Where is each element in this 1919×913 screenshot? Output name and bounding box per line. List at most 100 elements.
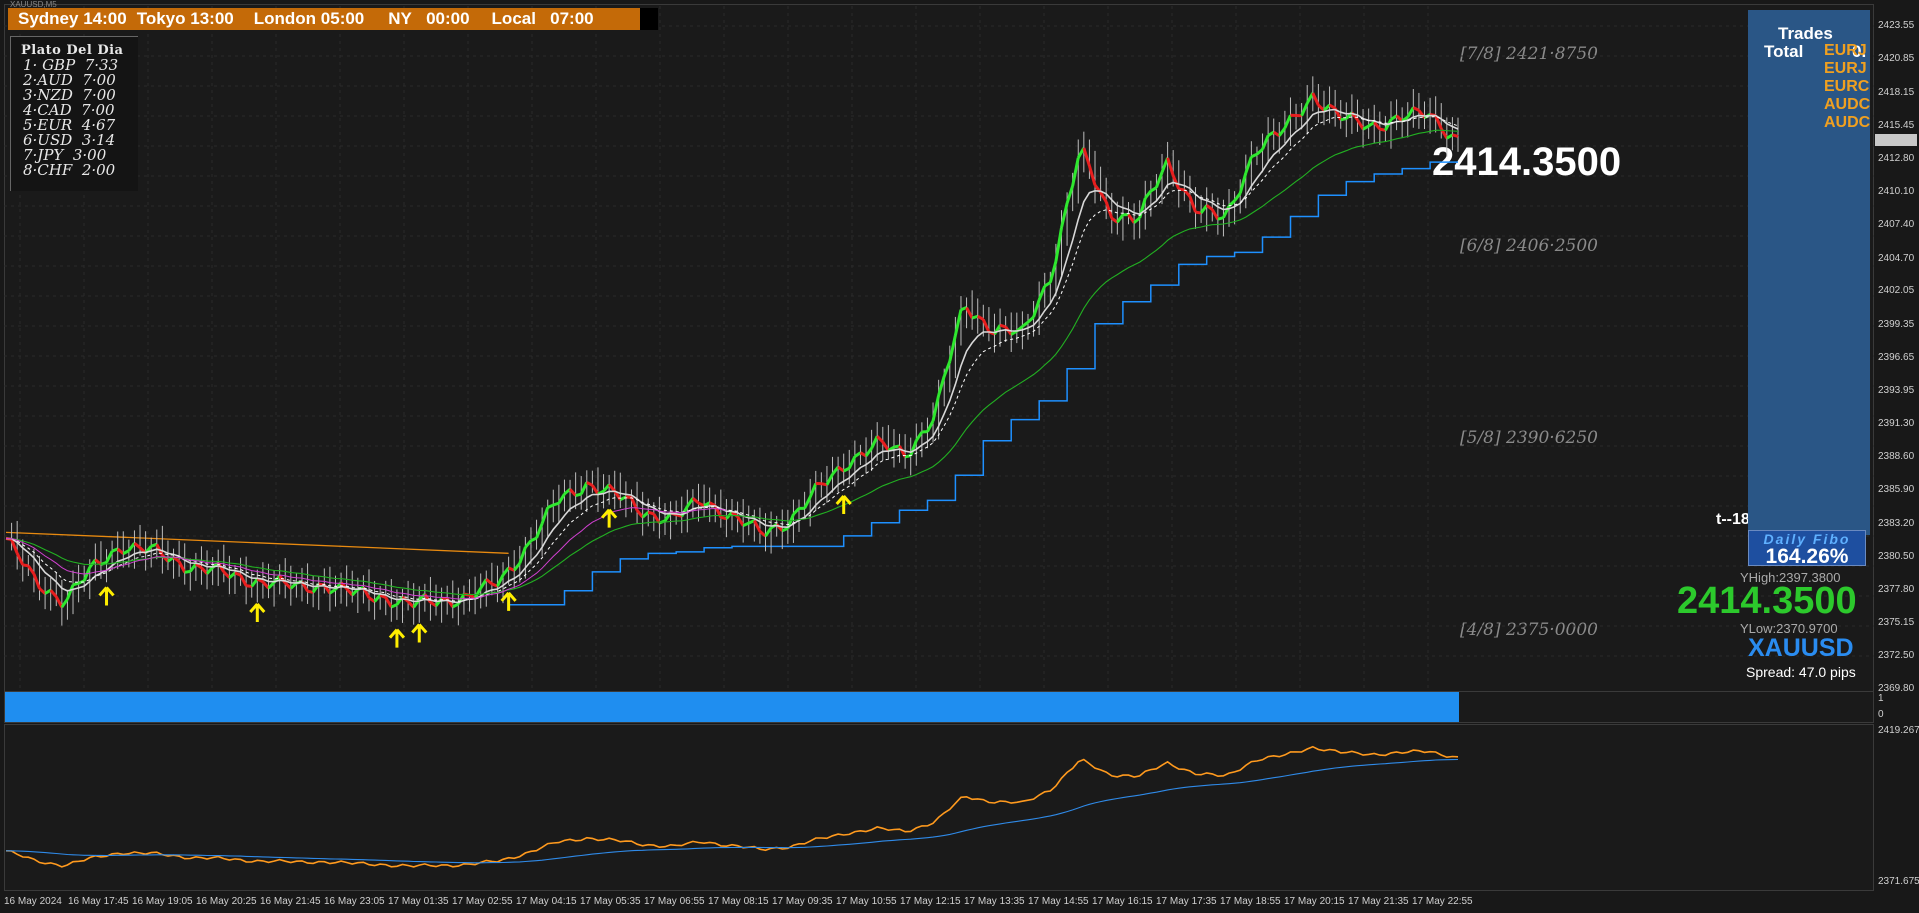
bull-trend-segment xyxy=(1144,190,1153,200)
session-london: London 05:00 xyxy=(253,9,365,28)
bear-trend-segment xyxy=(647,510,655,516)
histogram-bar xyxy=(5,692,1459,722)
bull-trend-segment xyxy=(1155,171,1164,189)
bull-trend-segment xyxy=(579,481,589,495)
bull-trend-segment xyxy=(390,603,398,609)
bear-trend-segment xyxy=(49,589,58,598)
bull-trend-segment xyxy=(1133,216,1141,224)
bull-trend-segment xyxy=(1250,152,1258,159)
bull-trend-segment xyxy=(1060,202,1069,229)
resistance-line xyxy=(5,531,509,554)
bull-trend-segment xyxy=(808,482,818,498)
bull-trend-segment xyxy=(831,466,840,476)
bull-trend-segment xyxy=(479,578,488,589)
price-chart[interactable] xyxy=(0,0,1919,913)
trades-title: Trades xyxy=(1778,24,1833,43)
bear-trend-segment xyxy=(586,481,594,487)
symbol-label: XAUUSD xyxy=(1748,634,1854,662)
plato-row: 8·CHF 2·00 xyxy=(23,161,116,179)
bull-trend-segment xyxy=(864,447,873,457)
session-tokyo: Tokyo 13:00 xyxy=(136,9,234,28)
bull-trend-segment xyxy=(535,522,544,539)
magenta-ma-line xyxy=(5,507,727,600)
bull-trend-segment xyxy=(1255,148,1264,156)
daily-fibo-value: 164.26% xyxy=(1765,545,1849,568)
bull-trend-segment xyxy=(1048,260,1058,283)
bear-trend-segment xyxy=(568,488,577,497)
bull-trend-segment xyxy=(66,584,75,600)
big-price-label: 2414.3500 xyxy=(1677,580,1857,622)
bear-trend-segment xyxy=(32,573,41,590)
session-ny: NY 00:00 xyxy=(388,9,470,28)
bear-trend-segment xyxy=(384,596,393,608)
bear-trend-segment xyxy=(697,501,705,508)
plato-del-dia-panel: Plato Del Dia 1· GBP 7·33 2·AUD 7·00 3·N… xyxy=(10,36,138,191)
bull-trend-segment xyxy=(1283,114,1292,129)
bull-trend-segment xyxy=(843,466,850,473)
bull-trend-segment xyxy=(1300,102,1309,117)
bull-trend-segment xyxy=(552,501,560,507)
bull-trend-segment xyxy=(742,521,750,527)
bull-trend-segment xyxy=(792,507,801,516)
bull-trend-segment xyxy=(1037,285,1047,301)
bear-trend-segment xyxy=(976,314,985,321)
bull-trend-segment xyxy=(289,582,298,590)
plato-title: Plato Del Dia xyxy=(21,43,124,58)
bear-trend-segment xyxy=(859,451,867,458)
oscillator-fast-line xyxy=(5,745,1459,868)
bull-trend-segment xyxy=(1032,299,1041,318)
bull-trend-segment xyxy=(189,563,198,573)
bull-trend-segment xyxy=(1261,134,1270,150)
bear-trend-segment xyxy=(161,554,170,563)
bull-trend-segment xyxy=(524,539,533,549)
trades-total-label: Total xyxy=(1764,42,1804,61)
bear-trend-segment xyxy=(177,560,187,573)
bull-trend-segment xyxy=(1071,157,1080,187)
bear-trend-segment xyxy=(876,435,884,444)
bull-trend-segment xyxy=(1043,281,1052,288)
bear-trend-segment xyxy=(429,600,437,608)
bear-trend-segment xyxy=(284,581,292,590)
bear-trend-segment xyxy=(239,574,248,587)
bear-trend-segment xyxy=(1082,147,1091,167)
bull-trend-segment xyxy=(547,503,554,509)
bull-trend-segment xyxy=(1238,172,1248,194)
bull-trend-segment xyxy=(44,588,52,595)
daily-fibo-box: Daily Fibo 164.26% xyxy=(1748,530,1866,568)
bear-trend-segment xyxy=(234,571,242,577)
bull-trend-segment xyxy=(1222,205,1231,219)
bull-trend-segment xyxy=(1367,121,1376,128)
bull-trend-segment xyxy=(1150,186,1158,193)
trailing-stop-line xyxy=(508,161,1458,606)
bear-trend-segment xyxy=(368,596,376,603)
bull-trend-segment xyxy=(803,496,812,510)
bull-trend-segment xyxy=(72,581,80,587)
bull-trend-segment xyxy=(496,574,505,587)
current-price-axis-marker xyxy=(1875,134,1917,146)
bear-trend-segment xyxy=(837,465,845,473)
buy-arrow-icon xyxy=(388,628,406,648)
trade-symbol: AUDC xyxy=(1824,96,1871,113)
bear-trend-segment xyxy=(1178,187,1185,192)
bear-trend-segment xyxy=(1328,103,1336,110)
bull-trend-segment xyxy=(575,492,582,498)
bear-trend-segment xyxy=(736,515,745,527)
symbol-tag: XAUUSD,M5 xyxy=(10,0,57,9)
bear-trend-segment xyxy=(591,484,600,495)
bear-trend-segment xyxy=(15,552,25,566)
bear-trend-segment xyxy=(608,483,616,493)
bear-trend-segment xyxy=(1205,204,1214,211)
bull-trend-segment xyxy=(854,451,862,458)
bull-trend-segment xyxy=(764,527,773,537)
bull-trend-segment xyxy=(518,546,527,564)
bull-trend-segment xyxy=(267,581,276,590)
bull-trend-segment xyxy=(1116,213,1125,224)
bull-trend-segment xyxy=(250,578,259,588)
bear-trend-segment xyxy=(965,306,974,319)
bull-trend-segment xyxy=(641,511,650,519)
bear-trend-segment xyxy=(1395,114,1404,123)
bull-trend-segment xyxy=(351,588,359,597)
buy-arrow-icon xyxy=(835,495,852,515)
bear-trend-segment xyxy=(38,587,47,595)
bull-trend-segment xyxy=(971,314,979,320)
